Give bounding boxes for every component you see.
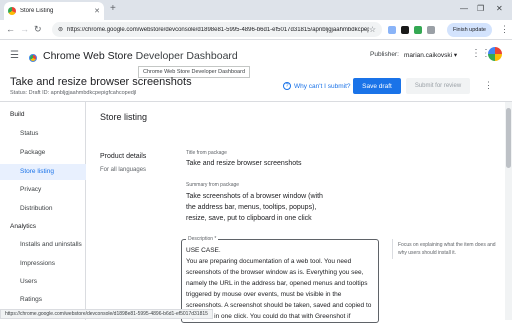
page-scrollbar[interactable] — [505, 102, 512, 320]
webstore-favicon-icon — [8, 7, 16, 15]
sidebar-item-package[interactable]: Package — [20, 149, 45, 156]
address-bar[interactable]: ⊜ https://chrome.google.com/webstore/dev… — [52, 22, 382, 37]
sidebar-item-distribution[interactable]: Distribution — [20, 205, 53, 212]
section-heading: Store listing — [100, 112, 148, 122]
window-close-icon[interactable]: ✕ — [496, 4, 503, 13]
sidebar-item-users[interactable]: Users — [20, 278, 37, 285]
sidebar-item-privacy[interactable]: Privacy — [20, 186, 41, 193]
summary-field-label: Summary from package — [186, 182, 240, 188]
extension-icon[interactable] — [414, 26, 422, 34]
finish-update-label: Finish update — [452, 27, 486, 33]
tab-title: Store Listing — [20, 8, 54, 14]
hint-divider — [392, 239, 393, 259]
close-icon[interactable]: ✕ — [94, 7, 100, 15]
save-draft-button[interactable]: Save draft — [353, 78, 401, 94]
description-text[interactable]: USE CASE. You are preparing documentatio… — [186, 245, 378, 322]
back-icon[interactable]: ← — [6, 24, 15, 34]
browser-menu-icon[interactable]: ⋮ — [500, 24, 509, 35]
forward-icon[interactable]: → — [20, 24, 29, 34]
description-hint: Focus on explaining what the item does a… — [398, 242, 496, 256]
title-field-label: Title from package — [186, 150, 227, 156]
sidebar-section-build: Build — [10, 111, 25, 118]
extension-icon[interactable] — [388, 26, 396, 34]
site-info-icon[interactable]: ⊜ — [58, 26, 63, 33]
summary-field-value: Take screenshots of a browser window (wi… — [186, 193, 323, 222]
scrollbar-thumb[interactable] — [506, 108, 511, 168]
browser-tabstrip: Store Listing ✕ + — ❐ ✕ — [0, 0, 512, 20]
sidebar-item-status[interactable]: Status — [20, 130, 38, 137]
reload-icon[interactable]: ↻ — [34, 24, 42, 35]
description-label: Description * — [186, 236, 219, 242]
page-title: Take and resize browser screenshots — [10, 76, 192, 88]
sidebar-section-analytics: Analytics — [10, 223, 37, 230]
extensions-puzzle-icon[interactable] — [427, 26, 435, 34]
sidebar-item-installs[interactable]: Installs and uninstalls — [20, 241, 82, 248]
chrome-web-store-logo[interactable] — [27, 52, 39, 64]
status-bar-url: https://chrome.google.com/webstore/devco… — [0, 309, 213, 319]
for-all-languages-text: For all languages — [100, 167, 147, 173]
minimize-icon[interactable]: — — [460, 4, 468, 13]
avatar[interactable] — [486, 45, 504, 63]
browser-toolbar: ← → ↻ ⊜ https://chrome.google.com/websto… — [0, 20, 512, 40]
finish-update-button[interactable]: Finish update — [446, 23, 492, 37]
app-title-sub: Developer Dashboard — [135, 50, 238, 62]
sidebar-item-ratings[interactable]: Ratings — [20, 296, 42, 303]
tab-store-listing[interactable]: Store Listing ✕ — [4, 2, 104, 20]
extension-icon[interactable] — [401, 26, 409, 34]
sidebar-item-store-listing[interactable]: Store listing — [20, 168, 54, 175]
sidebar: Build Status Package Store listing Priva… — [0, 102, 86, 320]
more-options-icon[interactable]: ⋮ — [484, 80, 493, 91]
submit-for-review-button[interactable]: Submit for review — [406, 78, 470, 94]
app-title[interactable]: Chrome Web Store Developer Dashboard — [43, 50, 238, 62]
url-text: https://chrome.google.com/webstore/devco… — [67, 26, 369, 33]
maximize-icon[interactable]: ❐ — [477, 4, 484, 13]
why-label: Why can't I submit? — [294, 82, 351, 90]
help-icon: ? — [283, 82, 291, 90]
new-tab-icon[interactable]: + — [110, 3, 116, 14]
publisher-select[interactable]: marian.caikovski ▾ — [404, 51, 457, 59]
sidebar-item-impressions[interactable]: Impressions — [20, 260, 55, 267]
app-title-main: Chrome Web Store — [43, 50, 133, 62]
title-field-value: Take and resize browser screenshots — [186, 160, 302, 167]
menu-icon[interactable]: ☰ — [10, 50, 19, 61]
status-text: Status: Draft ID: apnbljgjaahmbdkcpepigf… — [10, 90, 137, 96]
product-details-heading: Product details — [100, 153, 147, 160]
why-cant-submit-link[interactable]: ? Why can't I submit? — [283, 82, 351, 90]
publisher-label: Publisher: — [370, 51, 399, 58]
bookmark-star-icon[interactable]: ☆ — [369, 25, 376, 34]
